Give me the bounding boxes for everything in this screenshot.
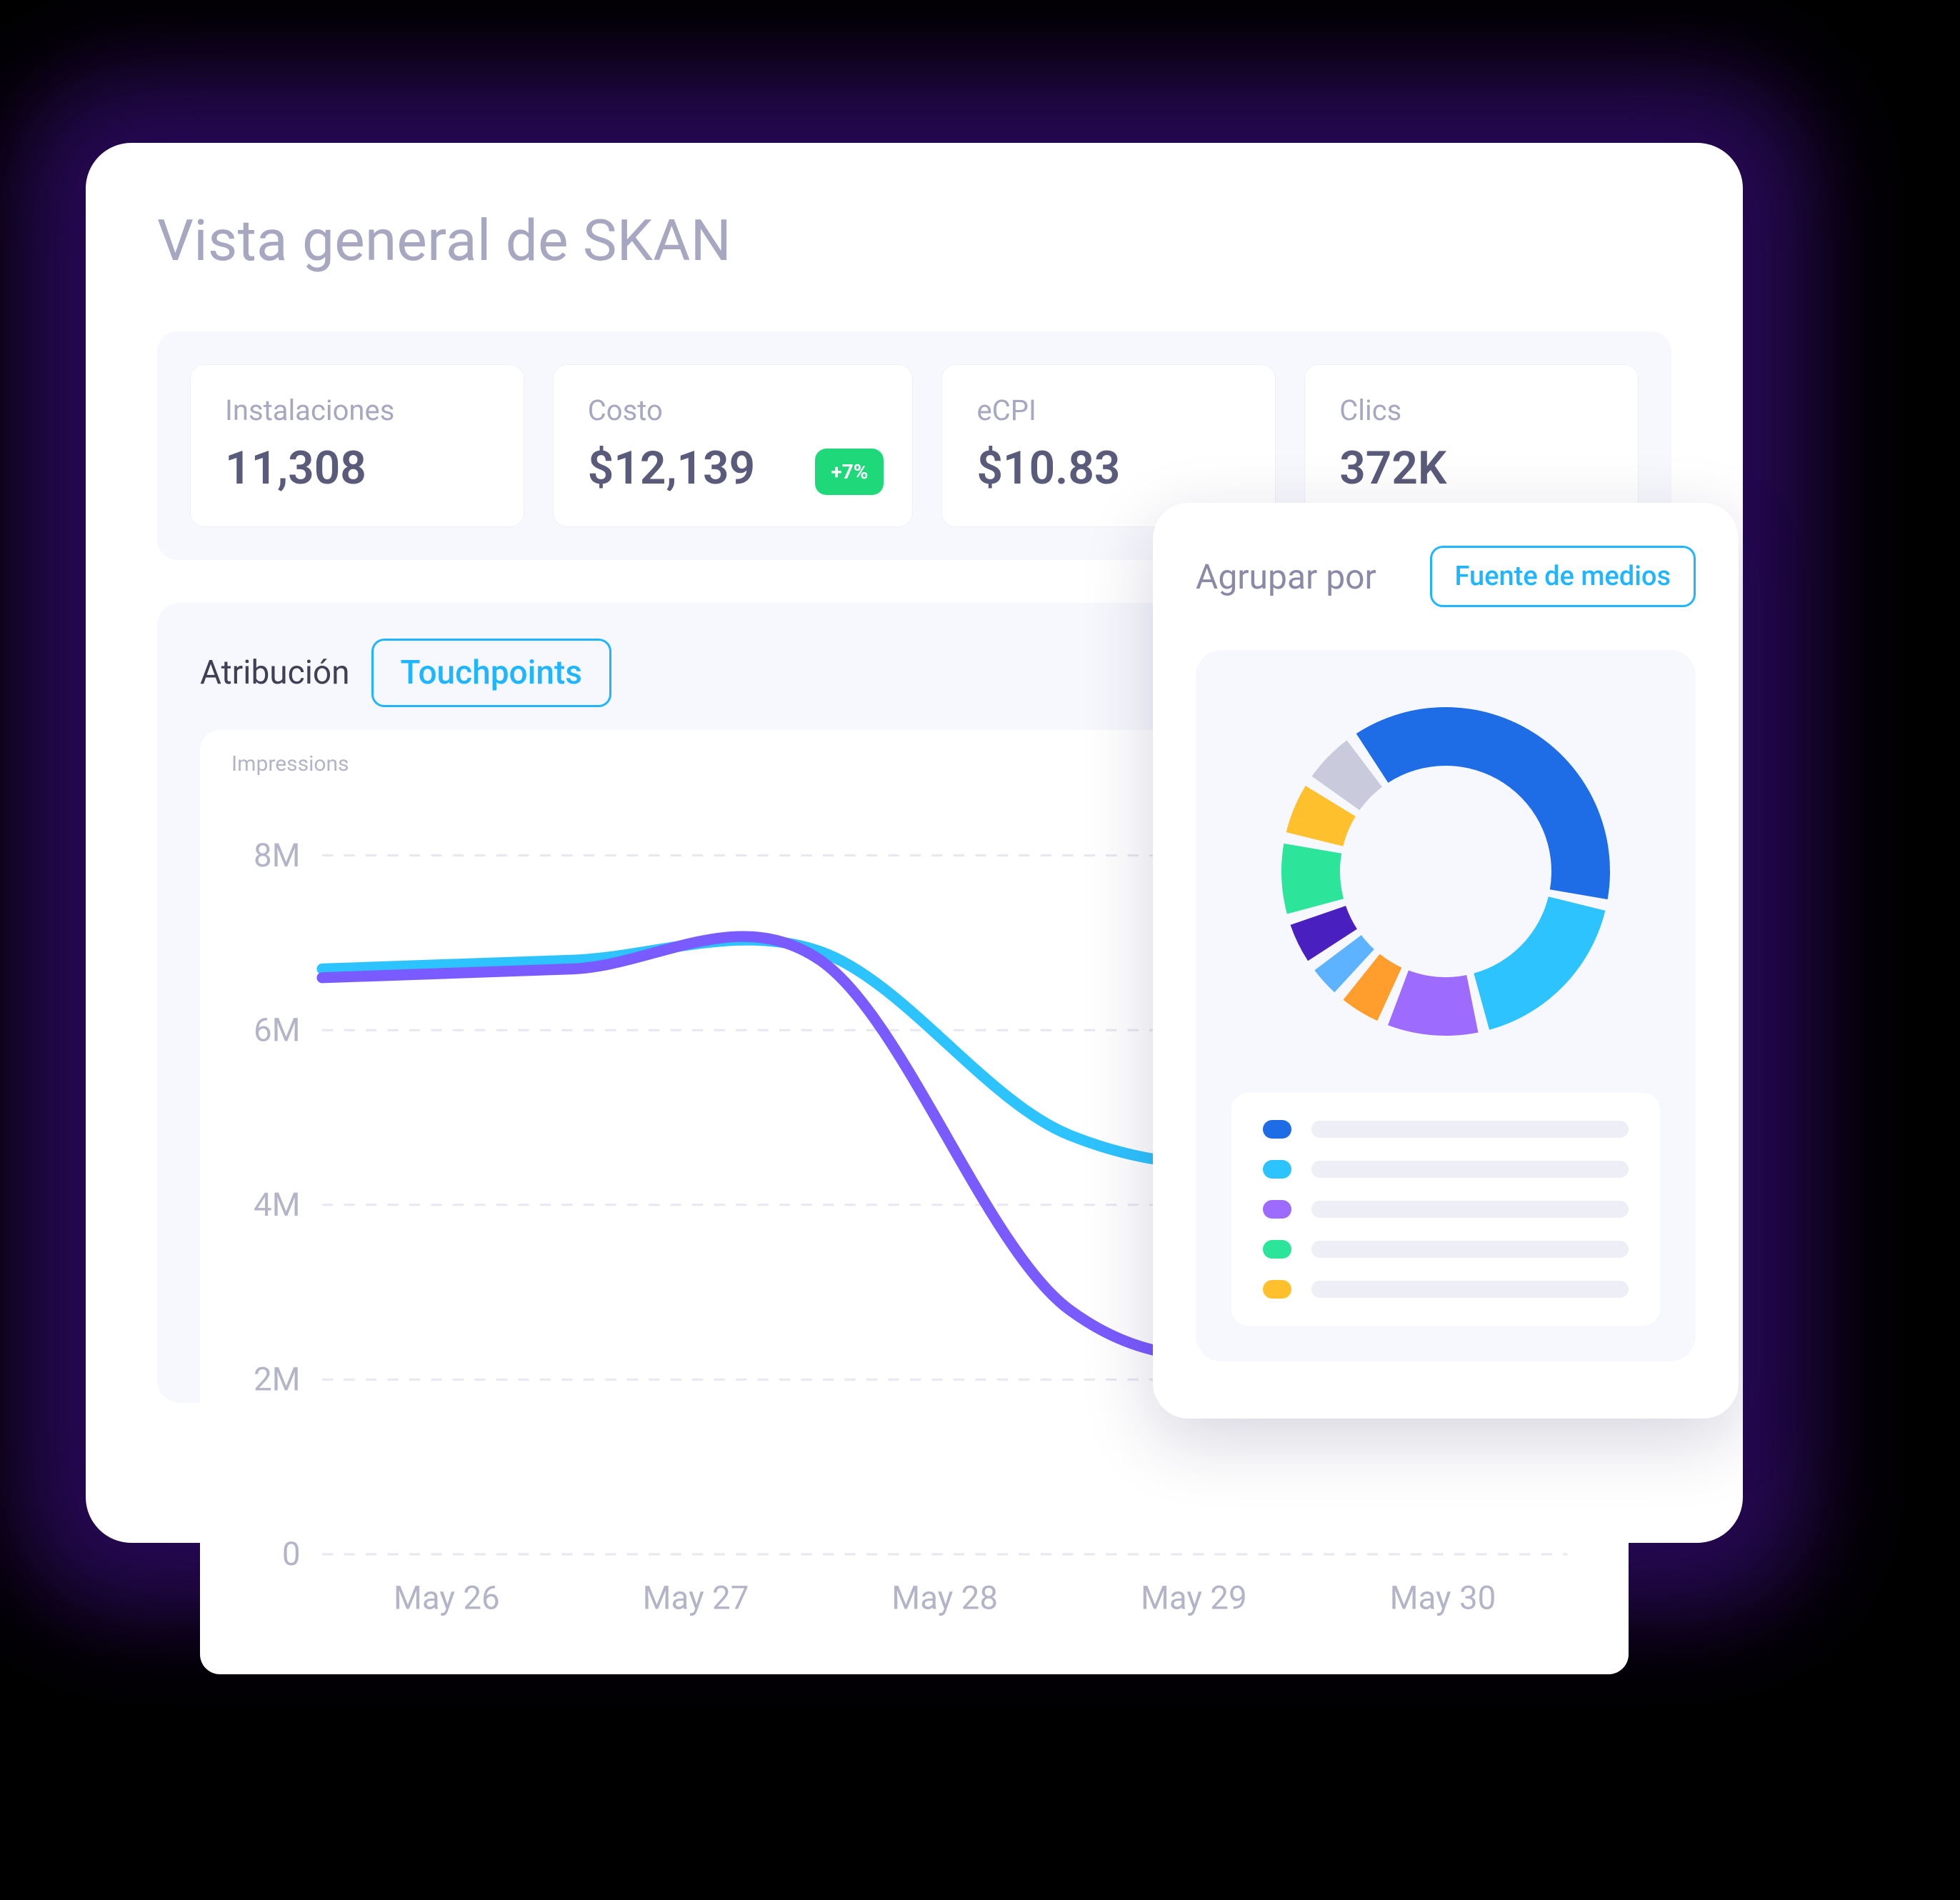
tab-attribution[interactable]: Atribución (200, 651, 350, 695)
chart-y-axis-label: Impressions (231, 751, 349, 776)
svg-text:8M: 8M (254, 837, 301, 875)
legend-color-icon (1263, 1160, 1291, 1179)
legend-label-placeholder (1311, 1241, 1629, 1258)
metric-card-cost[interactable]: Costo $12,139 +7% (553, 364, 914, 527)
svg-text:0: 0 (282, 1536, 301, 1574)
charts-row: Atribución Touchpoints Impressions 02M4M… (157, 603, 1671, 1403)
legend-label-placeholder (1311, 1121, 1629, 1138)
donut-slice (1474, 896, 1605, 1029)
legend-label-placeholder (1311, 1281, 1629, 1298)
metric-value: $10.83 (976, 441, 1241, 495)
svg-text:May 26: May 26 (394, 1579, 500, 1617)
group-by-card: Agrupar por Fuente de medios (1153, 503, 1739, 1419)
svg-text:6M: 6M (254, 1011, 301, 1049)
legend-row[interactable] (1263, 1280, 1629, 1299)
donut-chart (1260, 686, 1631, 1057)
svg-text:May 27: May 27 (643, 1579, 749, 1617)
svg-text:May 29: May 29 (1141, 1579, 1247, 1617)
donut-slice (1281, 844, 1344, 914)
page-title: Vista general de SKAN (157, 207, 1671, 274)
legend-label-placeholder (1311, 1201, 1629, 1218)
metric-value: 372K (1339, 441, 1604, 495)
legend-row[interactable] (1263, 1240, 1629, 1259)
dashboard-card: Vista general de SKAN Instalaciones 11,3… (86, 143, 1743, 1543)
donut-slice (1388, 971, 1478, 1036)
svg-text:May 30: May 30 (1390, 1579, 1496, 1617)
metric-label: Clics (1339, 394, 1604, 427)
donut-legend (1231, 1093, 1660, 1326)
svg-text:4M: 4M (254, 1186, 301, 1224)
donut-slice (1356, 707, 1610, 899)
delta-badge: +7% (815, 449, 884, 495)
donut-chart-wrap (1196, 650, 1696, 1361)
tab-touchpoints[interactable]: Touchpoints (371, 639, 611, 707)
metric-label: Instalaciones (225, 394, 489, 427)
legend-color-icon (1263, 1280, 1291, 1299)
metric-value: 11,308 (225, 441, 489, 495)
legend-row[interactable] (1263, 1200, 1629, 1219)
group-by-selector[interactable]: Fuente de medios (1430, 546, 1696, 607)
metric-card-installs[interactable]: Instalaciones 11,308 (190, 364, 524, 527)
svg-text:2M: 2M (254, 1361, 301, 1399)
legend-row[interactable] (1263, 1160, 1629, 1179)
legend-color-icon (1263, 1200, 1291, 1219)
group-by-title: Agrupar por (1196, 556, 1376, 597)
legend-label-placeholder (1311, 1161, 1629, 1178)
legend-color-icon (1263, 1240, 1291, 1259)
metric-label: eCPI (976, 394, 1241, 427)
legend-row[interactable] (1263, 1120, 1629, 1139)
metric-label: Costo (588, 394, 879, 427)
legend-color-icon (1263, 1120, 1291, 1139)
svg-text:May 28: May 28 (891, 1579, 998, 1617)
